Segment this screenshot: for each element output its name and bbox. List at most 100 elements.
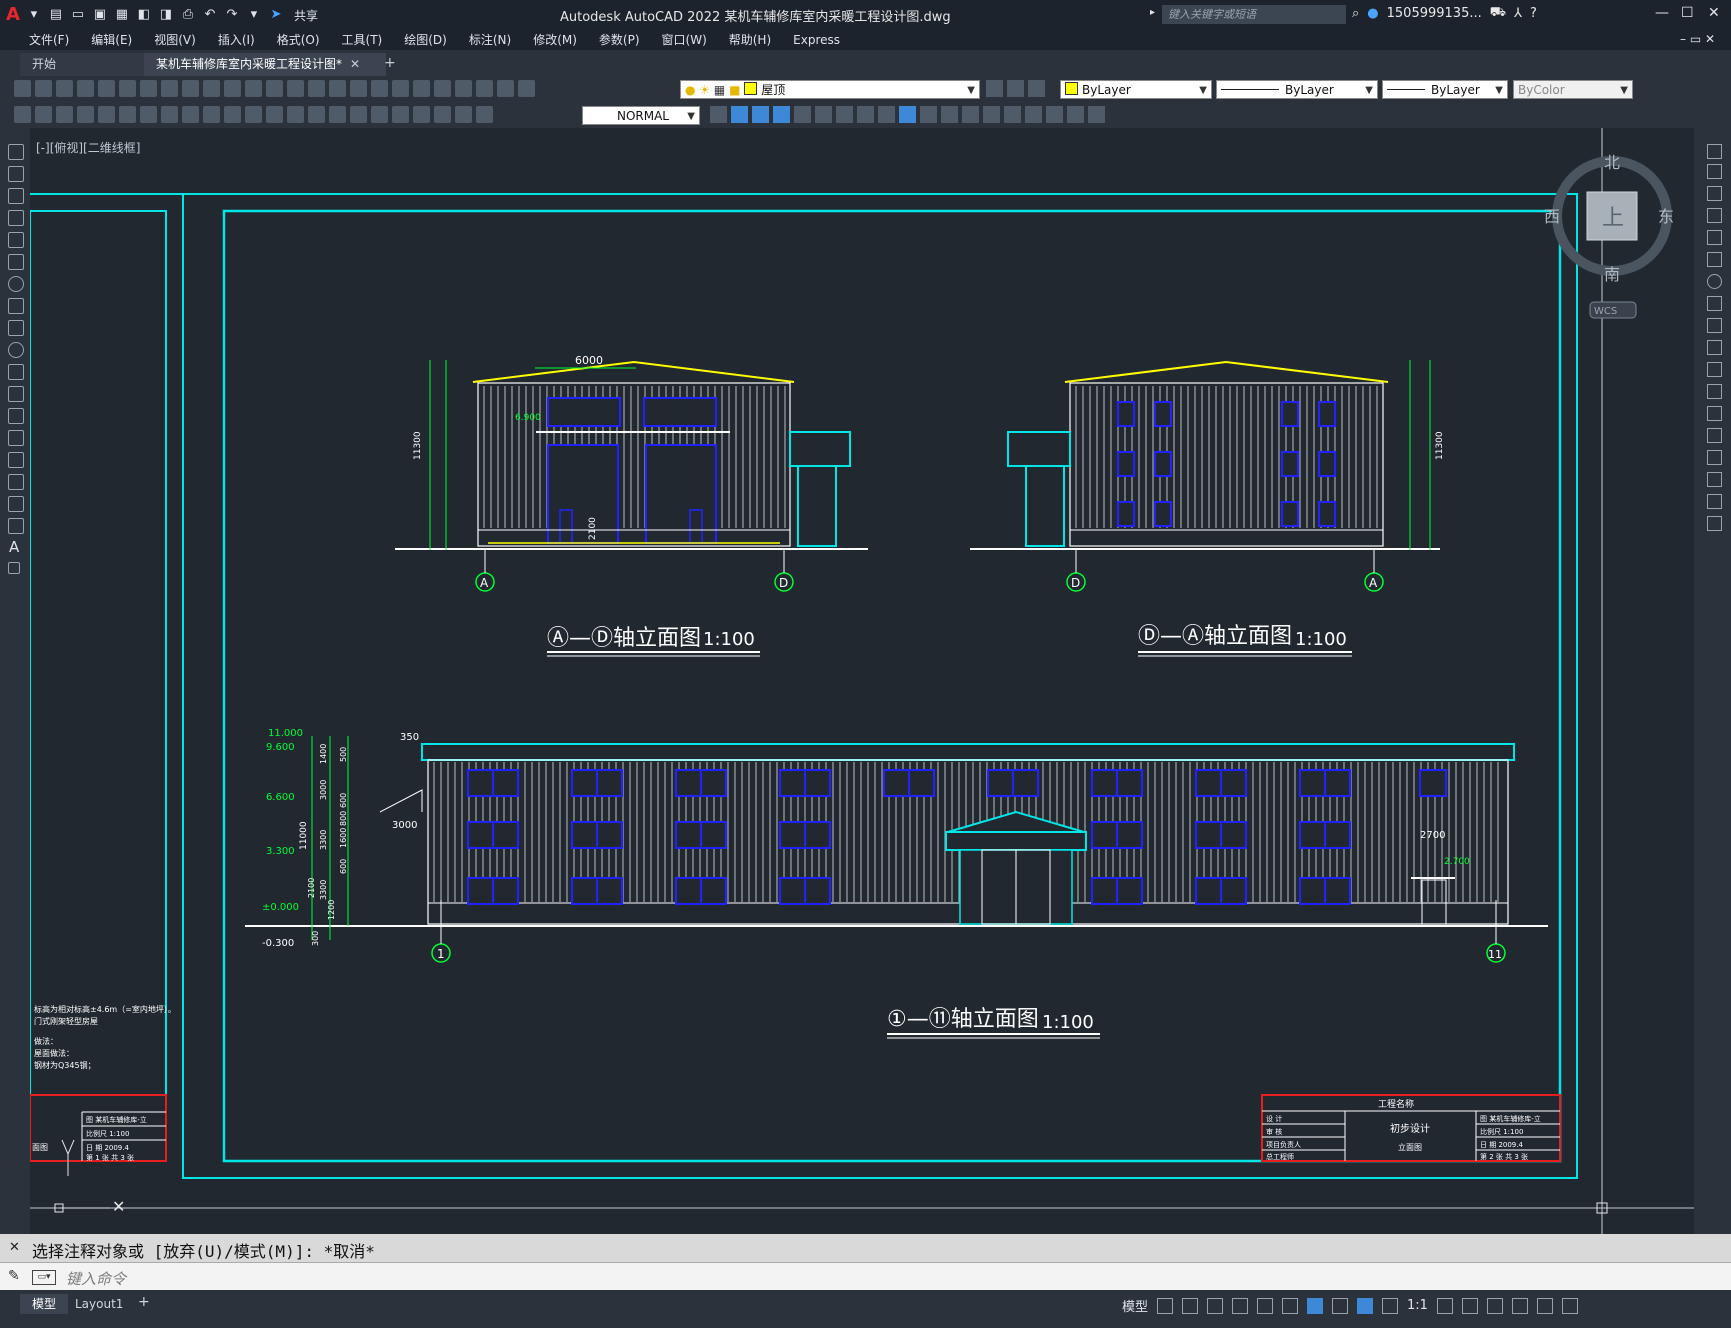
- revcloud-icon[interactable]: [8, 298, 24, 314]
- redo-icon[interactable]: [266, 80, 283, 97]
- copy-icon[interactable]: [1707, 164, 1722, 179]
- region-icon[interactable]: [8, 496, 24, 512]
- viewcube-west[interactable]: 西: [1544, 207, 1560, 226]
- baseline-icon[interactable]: [266, 106, 283, 123]
- blend-icon[interactable]: [1707, 494, 1722, 509]
- construction-line-icon[interactable]: [8, 166, 24, 182]
- isodraft-icon[interactable]: [1257, 1297, 1274, 1314]
- menu-modify[interactable]: 修改(M): [522, 30, 588, 50]
- text-icon[interactable]: [1088, 106, 1105, 123]
- design-center-icon[interactable]: [392, 80, 409, 97]
- ordinate-icon[interactable]: [140, 106, 157, 123]
- dim-icon[interactable]: [14, 106, 31, 123]
- text-icon[interactable]: [1025, 106, 1042, 123]
- extend-icon[interactable]: [1707, 362, 1722, 377]
- gradient-icon[interactable]: [8, 474, 24, 490]
- hatch-icon[interactable]: [8, 452, 24, 468]
- diameter-icon[interactable]: [203, 106, 220, 123]
- object-snap-tracking-icon[interactable]: [1282, 1297, 1299, 1314]
- point-icon[interactable]: [8, 430, 24, 446]
- explode-icon[interactable]: [1707, 516, 1722, 531]
- command-input[interactable]: 键入命令: [66, 1268, 126, 1289]
- tab-close-icon[interactable]: ✕: [350, 57, 360, 71]
- draworder-icon[interactable]: [752, 106, 769, 123]
- copy-icon[interactable]: [161, 80, 178, 97]
- save-as-icon[interactable]: ▦: [114, 7, 130, 23]
- draworder-icon[interactable]: [731, 106, 748, 123]
- break-icon[interactable]: [329, 106, 346, 123]
- viewcube-south[interactable]: 南: [1604, 265, 1620, 284]
- color-dropdown[interactable]: ByLayer ▼: [1060, 80, 1212, 99]
- spline-icon[interactable]: [8, 320, 24, 336]
- continue-icon[interactable]: [287, 106, 304, 123]
- dropdown-arrow-icon[interactable]: ▾: [26, 7, 42, 23]
- angular-icon[interactable]: [224, 106, 241, 123]
- ellipse-icon[interactable]: [8, 342, 24, 358]
- inquiry-icon[interactable]: [815, 106, 832, 123]
- markup-icon[interactable]: [455, 80, 472, 97]
- tolerance-icon[interactable]: [350, 106, 367, 123]
- text-icon[interactable]: [1067, 106, 1084, 123]
- trim-icon[interactable]: [1707, 340, 1722, 355]
- mtext-icon[interactable]: A: [9, 538, 19, 556]
- group-icon[interactable]: [941, 106, 958, 123]
- wrench-icon[interactable]: ✎: [8, 1268, 20, 1284]
- zoom-window-icon[interactable]: [329, 80, 346, 97]
- linetype-dropdown[interactable]: ByLayer ▼: [1216, 80, 1378, 99]
- layer-manager-icon[interactable]: [518, 80, 535, 97]
- inquiry-icon[interactable]: [878, 106, 895, 123]
- move-icon[interactable]: [1707, 252, 1722, 267]
- erase-icon[interactable]: [1707, 144, 1722, 159]
- undo-icon[interactable]: [245, 80, 262, 97]
- radius-icon[interactable]: [161, 106, 178, 123]
- maximize-icon[interactable]: ☐: [1681, 5, 1694, 21]
- arc-length-icon[interactable]: [119, 106, 136, 123]
- arc-icon[interactable]: [8, 254, 24, 270]
- sun-icon[interactable]: ☀: [699, 83, 710, 97]
- autocad-logo-icon[interactable]: A: [6, 5, 20, 25]
- plot-icon[interactable]: ⎙: [180, 7, 196, 23]
- open-web-icon[interactable]: ◧: [136, 7, 152, 23]
- menu-draw[interactable]: 绘图(D): [393, 30, 458, 50]
- space-icon[interactable]: [308, 106, 325, 123]
- new-tab-icon[interactable]: +: [384, 55, 396, 71]
- break-icon[interactable]: [1707, 406, 1722, 421]
- freeze-icon[interactable]: ▦: [714, 83, 725, 97]
- group-icon[interactable]: [920, 106, 937, 123]
- print-icon[interactable]: [77, 80, 94, 97]
- close-icon[interactable]: ✕: [1708, 5, 1720, 21]
- dim-text-edit-icon[interactable]: [455, 106, 472, 123]
- user-icon[interactable]: ●: [1367, 6, 1378, 21]
- close-icon[interactable]: ✕: [9, 1240, 20, 1255]
- inquiry-icon[interactable]: [836, 106, 853, 123]
- viewcube-north[interactable]: 北: [1604, 153, 1620, 172]
- open-file-icon[interactable]: ▭: [70, 7, 86, 23]
- grid-icon[interactable]: [1157, 1297, 1174, 1314]
- polygon-icon[interactable]: [8, 210, 24, 226]
- menu-dimension[interactable]: 标注(N): [458, 30, 522, 50]
- menu-tools[interactable]: 工具(T): [331, 30, 394, 50]
- new-icon[interactable]: [14, 80, 31, 97]
- new-file-icon[interactable]: ▤: [48, 7, 64, 23]
- dimstyle-dropdown[interactable]: NORMAL ▼: [582, 106, 700, 125]
- join-icon[interactable]: [1707, 428, 1722, 443]
- save-web-icon[interactable]: ◨: [158, 7, 174, 23]
- command-prompt-icon[interactable]: ▭▾: [32, 1270, 56, 1285]
- customize-icon[interactable]: [1561, 1297, 1578, 1314]
- cut-icon[interactable]: [140, 80, 157, 97]
- customize-icon[interactable]: ▾: [246, 7, 262, 23]
- menu-view[interactable]: 视图(V): [143, 30, 207, 50]
- menu-format[interactable]: 格式(O): [266, 30, 331, 50]
- zoom-realtime-icon[interactable]: [308, 80, 325, 97]
- viewcube-east[interactable]: 东: [1658, 207, 1674, 226]
- bulb-icon[interactable]: ●: [685, 83, 695, 97]
- zoom-previous-icon[interactable]: [350, 80, 367, 97]
- quick-dim-icon[interactable]: [245, 106, 262, 123]
- text-icon[interactable]: [1004, 106, 1021, 123]
- layer-state-icon[interactable]: [1028, 80, 1045, 97]
- sheet-set-icon[interactable]: [434, 80, 451, 97]
- user-name[interactable]: 1505999135...: [1387, 6, 1482, 21]
- dimstyle-icon[interactable]: [710, 106, 727, 123]
- plotstyle-dropdown[interactable]: ByColor ▼: [1513, 80, 1633, 99]
- tab-model[interactable]: 模型: [20, 1294, 69, 1314]
